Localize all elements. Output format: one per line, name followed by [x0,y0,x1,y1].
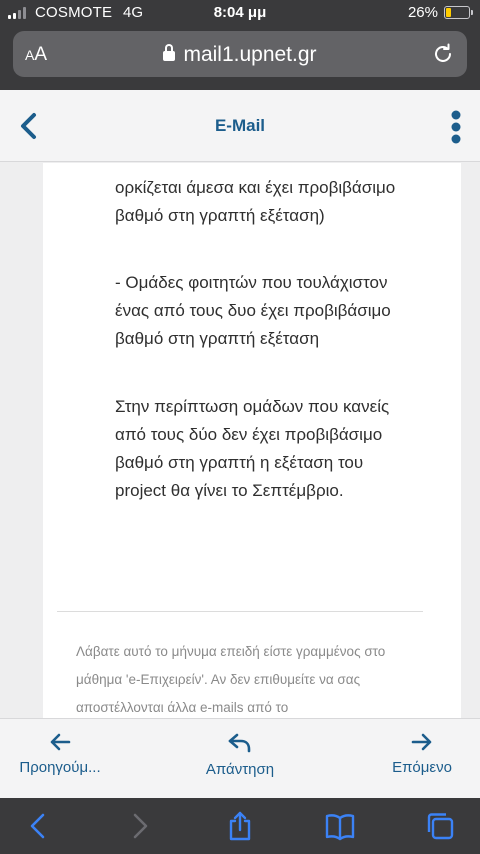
previous-button[interactable]: Προηγούμ... [10,733,110,776]
battery-level [446,8,452,17]
reply-button[interactable]: Απάντηση [190,733,290,778]
message-paragraph: ορκίζεται άμεσα και έχει προβιβάσιμο βαθ… [115,178,396,225]
next-button[interactable]: Επόμενο [372,733,472,776]
unsubscribe-notice: Λάβατε αυτό το μήνυμα επειδή είστε γραμμ… [76,644,386,715]
browser-address-bar: AA mail1.upnet.gr [0,26,480,90]
url-text: mail1.upnet.gr [183,43,317,66]
reply-icon [228,733,251,753]
email-card: ορκίζεται άμεσα και έχει προβιβάσιμο βαθ… [43,163,461,718]
battery-percent: 26% [407,4,438,21]
page-title: E-Mail [214,116,266,135]
tabs-icon[interactable] [424,810,456,842]
reply-label: Απάντηση [205,761,275,778]
arrow-left-icon [50,733,71,751]
browser-forward-icon[interactable] [124,810,156,842]
address-field[interactable]: AA mail1.upnet.gr [13,31,467,77]
status-bar: COSMOTE 4G 8:04 μμ 26% [0,0,480,26]
arrow-right-icon [411,733,432,751]
message-paragraph: - Ομάδες φοιτητών που τουλάχιστον ένας α… [115,273,391,348]
divider [57,611,423,612]
bookmarks-icon[interactable] [324,810,356,842]
app-header: E-Mail [0,90,480,162]
next-label: Επόμενο [392,759,452,776]
email-content[interactable]: ορκίζεται άμεσα και έχει προβιβάσιμο βαθ… [0,163,480,718]
battery-icon [444,6,473,19]
message-paragraph: Στην περίπτωση ομάδων που κανείς από του… [115,397,390,500]
share-icon[interactable] [224,810,256,842]
reload-icon[interactable] [431,42,455,66]
previous-label: Προηγούμ... [19,759,101,776]
more-options-icon[interactable] [450,110,462,144]
url-display[interactable]: mail1.upnet.gr [13,43,467,67]
browser-back-icon[interactable] [22,810,54,842]
message-toolbar: Προηγούμ... Απάντηση Επόμενο [0,718,480,798]
browser-toolbar [0,798,480,854]
lock-icon [163,44,176,61]
